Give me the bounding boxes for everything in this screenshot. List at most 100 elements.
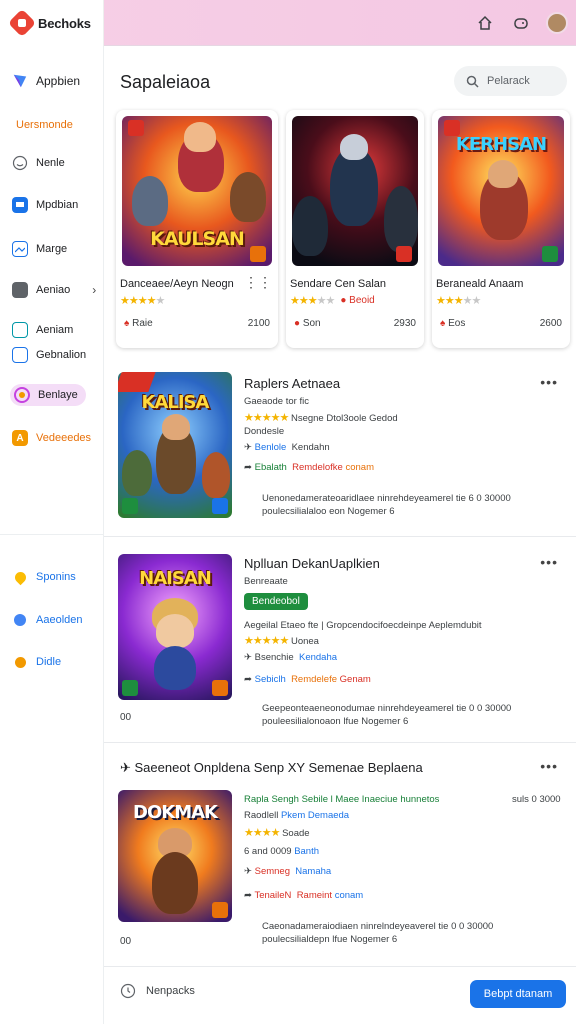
gallery-icon bbox=[12, 347, 28, 363]
clock-icon bbox=[120, 983, 136, 999]
sidebar-item-aaeolden[interactable]: Aaeolden bbox=[12, 609, 83, 631]
game-title: Danceaee/Aeyn Neogn bbox=[120, 278, 234, 290]
gamepad-icon[interactable] bbox=[510, 12, 532, 34]
avatar[interactable] bbox=[546, 12, 568, 34]
game-cover-image: DOKMAK bbox=[118, 790, 232, 922]
primary-action-button[interactable]: Bebpt dtanam bbox=[470, 980, 566, 1008]
rating-stars: ★★★★ bbox=[244, 827, 280, 839]
smile-icon bbox=[12, 155, 28, 171]
game-description: Caeonadameraiodiaen ninrelndeyeaverel ti… bbox=[262, 921, 494, 945]
book-icon bbox=[12, 282, 28, 298]
sidebar-item-didle[interactable]: Didle bbox=[12, 651, 61, 673]
search-icon bbox=[466, 75, 479, 88]
price-label: Son bbox=[302, 318, 321, 329]
sidebar-item-aeniam[interactable]: Aeniam bbox=[12, 319, 73, 341]
game-title: Nplluan DekanUaplkien bbox=[244, 556, 380, 571]
monitor-icon bbox=[12, 197, 28, 213]
person-icon bbox=[12, 322, 28, 338]
game-card[interactable]: KERHSAN Beraneald Anaam ★★★★★ ♠ Eos 2600 bbox=[432, 110, 570, 348]
top-bar: Bechoks bbox=[0, 0, 576, 46]
home-icon[interactable] bbox=[474, 12, 496, 34]
sidebar-item-mpdbian[interactable]: Mpdbian bbox=[12, 194, 78, 216]
sidebar: Appbien Uersmonde Nenle Mpdbian Marge Ae… bbox=[0, 46, 104, 1024]
bottom-bar: Nenpacks Bebpt dtanam bbox=[104, 966, 576, 1024]
sidebar-item-aeniao[interactable]: Aeniao › bbox=[12, 279, 96, 301]
clock-icon bbox=[14, 387, 30, 403]
sidebar-item-uersmonde[interactable]: Uersmonde bbox=[16, 114, 73, 136]
person-icon bbox=[12, 612, 28, 628]
drop-icon bbox=[12, 569, 28, 585]
game-title: Beraneald Anaam bbox=[436, 278, 524, 290]
pin-icon: ✈ bbox=[120, 760, 135, 775]
brand-logo-icon bbox=[7, 8, 37, 38]
more-options-icon[interactable]: ••• bbox=[540, 758, 558, 774]
list-item[interactable]: KALISA Raplers Aetnaea ••• Gaeaode tor f… bbox=[104, 366, 576, 536]
sidebar-item-nenle[interactable]: Nenle bbox=[12, 152, 65, 174]
packs-link[interactable]: Nenpacks bbox=[120, 983, 195, 999]
letter-a-icon: A bbox=[12, 430, 28, 446]
rating-stars: ★★★★★ bbox=[244, 635, 289, 647]
game-subtitle: Raodlell bbox=[244, 810, 279, 821]
price-icon: ♠ bbox=[124, 318, 133, 329]
rating-stars: ★★★★★ bbox=[436, 295, 481, 307]
price-icon: ♠ bbox=[440, 318, 449, 329]
game-card[interactable]: KAULSAN Danceaee/Aeyn Neogn ⋮⋮ ★★★★★ ♠ R… bbox=[116, 110, 278, 348]
share-icon: ➦ bbox=[244, 674, 252, 685]
brand-name: Bechoks bbox=[38, 15, 91, 31]
sidebar-divider bbox=[0, 534, 104, 535]
row-number: 00 bbox=[120, 936, 132, 947]
game-cover-image: KAULSAN bbox=[122, 116, 272, 266]
game-meta: Dondesle bbox=[244, 426, 285, 437]
price-label: Raie bbox=[132, 318, 153, 329]
download-count: 2100 bbox=[247, 318, 270, 329]
app-icon bbox=[12, 73, 28, 89]
sidebar-item-sponins[interactable]: Sponins bbox=[12, 566, 76, 588]
sidebar-item-marge[interactable]: Marge bbox=[12, 238, 67, 260]
brand[interactable]: Bechoks bbox=[0, 0, 104, 46]
game-description: Uenonedamerateoaridlaee ninrehdeyeamerel… bbox=[262, 493, 511, 517]
rating-stars: ★★★★★ bbox=[244, 412, 289, 424]
promo-text: Rapla Sengh Sebile l Maee Inaeciue hunne… bbox=[244, 794, 440, 805]
main-content: Sapaleiaoa Pelarack KAULSAN Danceaee/Aey… bbox=[104, 46, 576, 1024]
game-subtitle: Gaeaode tor fic bbox=[244, 396, 309, 407]
section-title: ✈ Saeeneot Onpldena Senp XY Semenae Bepl… bbox=[120, 760, 423, 775]
game-description: Geepeonteaeneonodumae ninrehdeyeamerel t… bbox=[262, 703, 512, 727]
pin-icon: ✈ bbox=[244, 652, 252, 663]
more-options-icon[interactable]: ••• bbox=[540, 554, 558, 570]
game-cover-image: NAISAN bbox=[118, 554, 232, 700]
game-cover-image: KALISA bbox=[118, 372, 232, 518]
sidebar-item-benlaye[interactable]: Benlaye bbox=[10, 384, 86, 406]
game-cover-image: KERHSAN bbox=[438, 116, 564, 266]
sidebar-item-vedeeedes[interactable]: A Vedeeedes bbox=[12, 427, 91, 449]
game-title: Sendare Cen Salan bbox=[290, 278, 387, 290]
status-badge: Bendeobol bbox=[244, 593, 308, 610]
price-icon: ● bbox=[294, 318, 303, 329]
search-input[interactable]: Pelarack bbox=[454, 66, 567, 96]
rating-line: Aegeilal Etaeo fte | Gropcendocifoecdein… bbox=[244, 620, 482, 631]
list-item[interactable]: ✈ Saeeneot Onpldena Senp XY Semenae Bepl… bbox=[104, 746, 576, 960]
share-icon: ➦ bbox=[244, 462, 252, 473]
status-badge: ● Beoid bbox=[340, 295, 375, 306]
page-title: Sapaleiaoa bbox=[120, 72, 211, 92]
sidebar-item-gebnalion[interactable]: Gebnalion bbox=[12, 344, 86, 366]
rating-stars: ★★★★★ bbox=[290, 295, 335, 307]
chevron-right-icon: › bbox=[92, 283, 97, 297]
share-icon: ➦ bbox=[244, 890, 252, 901]
game-card[interactable]: Sendare Cen Salan ★★★★★ ● Beoid ● Son 293… bbox=[286, 110, 424, 348]
pin-icon: ✈ bbox=[244, 866, 252, 877]
pin-icon: ✈ bbox=[244, 442, 252, 453]
list-item[interactable]: NAISAN Nplluan DekanUaplkien ••• Benreaa… bbox=[104, 546, 576, 742]
game-cover-image bbox=[292, 116, 418, 266]
row-number: 00 bbox=[120, 712, 132, 723]
image-icon bbox=[12, 241, 28, 257]
sidebar-item-appbien[interactable]: Appbien bbox=[12, 70, 80, 92]
download-count: 2600 bbox=[539, 318, 562, 329]
game-title: Raplers Aetnaea bbox=[244, 376, 341, 391]
more-options-icon[interactable]: ••• bbox=[540, 374, 558, 390]
price-label: Eos bbox=[448, 318, 466, 329]
rating-stars: ★★★★★ bbox=[120, 295, 165, 307]
game-subtitle: Benreaate bbox=[244, 576, 288, 587]
price-text: suls 0 3000 bbox=[512, 794, 561, 805]
download-count: 2930 bbox=[393, 318, 416, 329]
more-options-icon[interactable]: ⋮⋮ bbox=[244, 274, 272, 291]
